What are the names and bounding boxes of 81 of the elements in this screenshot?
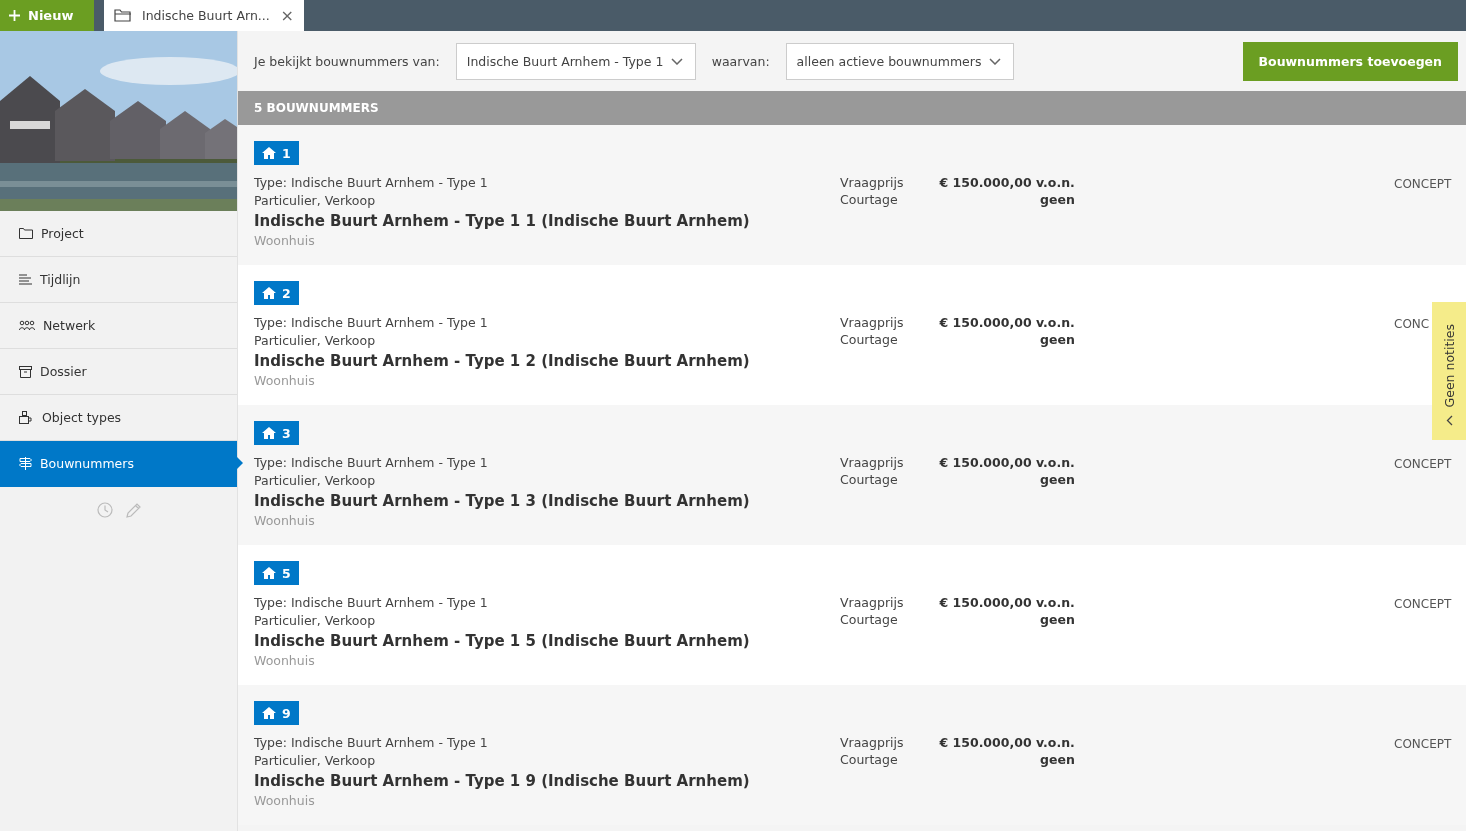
price-value: € 150.000,00 v.o.n.: [939, 315, 1075, 330]
status-label: CONC: [1394, 317, 1430, 333]
filter-label: waarvan:: [711, 53, 770, 69]
price-value: € 150.000,00 v.o.n.: [939, 175, 1075, 190]
status-label: CONCEPT: [1394, 737, 1452, 753]
type-text: Type: Indische Buurt Arnhem - Type 1: [254, 734, 489, 752]
fee-value: geen: [1039, 472, 1075, 487]
number-badge[interactable]: 5: [254, 561, 299, 585]
price-value: € 150.000,00 v.o.n.: [939, 455, 1075, 470]
filter-label: Je bekijkt bouwnummers van:: [254, 53, 440, 69]
fee-value: geen: [1039, 752, 1075, 767]
type-text: Type: Indische Buurt Arnhem - Type 1: [254, 314, 489, 332]
price-label: Vraagprijs: [840, 315, 904, 330]
house-icon: [262, 567, 276, 579]
chevron-down-icon: [988, 57, 1001, 65]
house-icon: [262, 287, 276, 299]
object-title[interactable]: Indische Buurt Arnhem - Type 1 1 (Indische Buurt Arnhem): [254, 210, 840, 232]
list-heading: 5 BOUWNUMMERS: [238, 91, 1466, 125]
notes-tab[interactable]: Geen notities: [1432, 302, 1466, 440]
status-dropdown[interactable]: alleen actieve bouwnummers: [785, 42, 1014, 80]
type-text: Type: Indische Buurt Arnhem - Type 1: [254, 594, 489, 612]
price-value: € 150.000,00 v.o.n.: [939, 595, 1075, 610]
number-badge[interactable]: 2: [254, 281, 299, 305]
object-title[interactable]: Indische Buurt Arnhem - Type 1 9 (Indische Buurt Arnhem): [254, 770, 840, 792]
category-text: Particulier, Verkoop: [254, 612, 377, 630]
project-tab[interactable]: Indische Buurt Arn... ×: [104, 0, 304, 31]
plus-icon: [9, 10, 20, 21]
tab-label: Indische Buurt Arn...: [142, 8, 271, 23]
nav-item[interactable]: Netwerk: [0, 303, 237, 349]
status-label: CONCEPT: [1394, 457, 1452, 473]
status-label: CONCEPT: [1394, 177, 1452, 193]
object-kind: Woonhuis: [254, 232, 316, 250]
fee-label: Courtage: [840, 472, 899, 487]
type-text: Type: Indische Buurt Arnhem - Type 1: [254, 454, 489, 472]
house-icon: [262, 707, 276, 719]
archive-icon: [19, 365, 32, 378]
object-title[interactable]: Indische Buurt Arnhem - Type 1 5 (Indische Buurt Arnhem): [254, 630, 840, 652]
price-label: Vraagprijs: [840, 595, 904, 610]
price-label: Vraagprijs: [840, 455, 904, 470]
chevron-left-icon: [1445, 415, 1453, 426]
close-icon[interactable]: ×: [280, 6, 294, 25]
price-label: Vraagprijs: [840, 735, 904, 750]
price-value: € 150.000,00 v.o.n.: [939, 735, 1075, 750]
nav-item[interactable]: Project: [0, 211, 237, 257]
number-badge[interactable]: 1: [254, 141, 299, 165]
project-dropdown[interactable]: Indische Buurt Arnhem - Type 1: [455, 42, 696, 80]
fee-label: Courtage: [840, 332, 899, 347]
number-badge[interactable]: 3: [254, 421, 299, 445]
clock-icon[interactable]: [97, 502, 113, 518]
fee-label: Courtage: [840, 612, 899, 627]
category-text: Particulier, Verkoop: [254, 192, 377, 210]
folder-icon: [114, 9, 132, 22]
nav-item[interactable]: Dossier: [0, 349, 237, 395]
type-text: Type: Indische Buurt Arnhem - Type 1: [254, 174, 489, 192]
category-text: Particulier, Verkoop: [254, 752, 377, 770]
fee-value: geen: [1039, 192, 1075, 207]
category-text: Particulier, Verkoop: [254, 472, 377, 490]
pencil-icon[interactable]: [125, 502, 142, 519]
house-icon: [262, 427, 276, 439]
number-badge[interactable]: 9: [254, 701, 299, 725]
fee-value: geen: [1039, 612, 1075, 627]
category-text: Particulier, Verkoop: [254, 332, 377, 350]
status-label: CONCEPT: [1394, 597, 1452, 613]
people-icon: [19, 320, 35, 331]
price-label: Vraagprijs: [840, 175, 904, 190]
blocks-icon: [19, 411, 34, 424]
object-kind: Woonhuis: [254, 792, 316, 810]
lines-icon: [19, 274, 32, 285]
object-kind: Woonhuis: [254, 512, 316, 530]
object-kind: Woonhuis: [254, 372, 316, 390]
signpost-icon: [19, 457, 32, 470]
object-title[interactable]: Indische Buurt Arnhem - Type 1 2 (Indische Buurt Arnhem): [254, 350, 840, 372]
chevron-down-icon: [670, 57, 683, 65]
fee-value: geen: [1039, 332, 1075, 347]
fee-label: Courtage: [840, 752, 899, 767]
object-title[interactable]: Indische Buurt Arnhem - Type 1 3 (Indische Buurt Arnhem): [254, 490, 840, 512]
nav-item[interactable]: Tijdlijn: [0, 257, 237, 303]
house-icon: [262, 147, 276, 159]
fee-label: Courtage: [840, 192, 899, 207]
folder-icon: [19, 228, 33, 239]
object-kind: Woonhuis: [254, 652, 316, 670]
